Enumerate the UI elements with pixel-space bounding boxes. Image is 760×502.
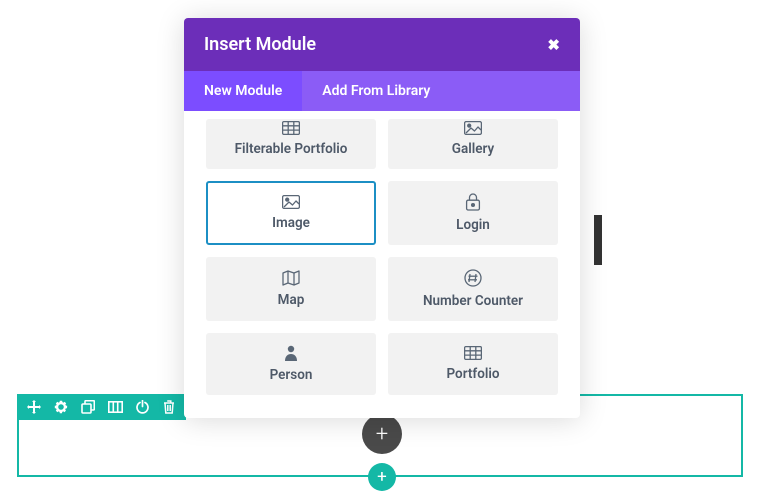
module-map[interactable]: Map: [206, 257, 376, 321]
background-handle: [594, 215, 602, 265]
modal-header: Insert Module ✖: [184, 18, 580, 71]
module-grid: Filterable Portfolio Gallery: [206, 119, 558, 395]
module-label: Map: [278, 292, 305, 308]
modal-title: Insert Module: [204, 34, 316, 55]
person-icon: [284, 345, 298, 361]
module-label: Login: [456, 217, 490, 233]
plus-icon: +: [377, 467, 387, 487]
modal-body: Filterable Portfolio Gallery: [184, 111, 580, 415]
power-icon[interactable]: [134, 399, 150, 415]
plus-icon: +: [376, 422, 388, 447]
module-filterable-portfolio[interactable]: Filterable Portfolio: [206, 119, 376, 169]
module-label: Person: [270, 367, 313, 383]
module-label: Image: [272, 215, 310, 231]
close-icon[interactable]: ✖: [547, 36, 560, 54]
trash-icon[interactable]: [161, 399, 177, 415]
insert-module-modal: Insert Module ✖ New Module Add From Libr…: [184, 18, 580, 418]
image-icon: [464, 121, 482, 135]
add-section-button[interactable]: +: [368, 463, 396, 491]
grid-icon: [464, 346, 482, 360]
lock-icon: [465, 193, 481, 211]
hash-icon: [464, 269, 482, 287]
gear-icon[interactable]: [53, 399, 69, 415]
map-icon: [282, 270, 300, 286]
section-toolbar: [17, 394, 186, 420]
module-number-counter[interactable]: Number Counter: [388, 257, 558, 321]
modal-tabs: New Module Add From Library: [184, 71, 580, 111]
add-module-button[interactable]: +: [362, 414, 402, 454]
move-icon[interactable]: [26, 399, 42, 415]
module-label: Number Counter: [423, 293, 523, 309]
module-label: Portfolio: [446, 366, 499, 382]
module-image[interactable]: Image: [206, 181, 376, 245]
tab-add-from-library[interactable]: Add From Library: [302, 71, 450, 111]
duplicate-icon[interactable]: [80, 399, 96, 415]
columns-icon[interactable]: [107, 399, 123, 415]
image-icon: [282, 195, 300, 209]
module-label: Filterable Portfolio: [235, 141, 348, 157]
module-login[interactable]: Login: [388, 181, 558, 245]
module-portfolio[interactable]: Portfolio: [388, 333, 558, 395]
grid-icon: [282, 121, 300, 135]
module-person[interactable]: Person: [206, 333, 376, 395]
module-label: Gallery: [452, 141, 494, 157]
module-gallery[interactable]: Gallery: [388, 119, 558, 169]
tab-new-module[interactable]: New Module: [184, 71, 302, 111]
